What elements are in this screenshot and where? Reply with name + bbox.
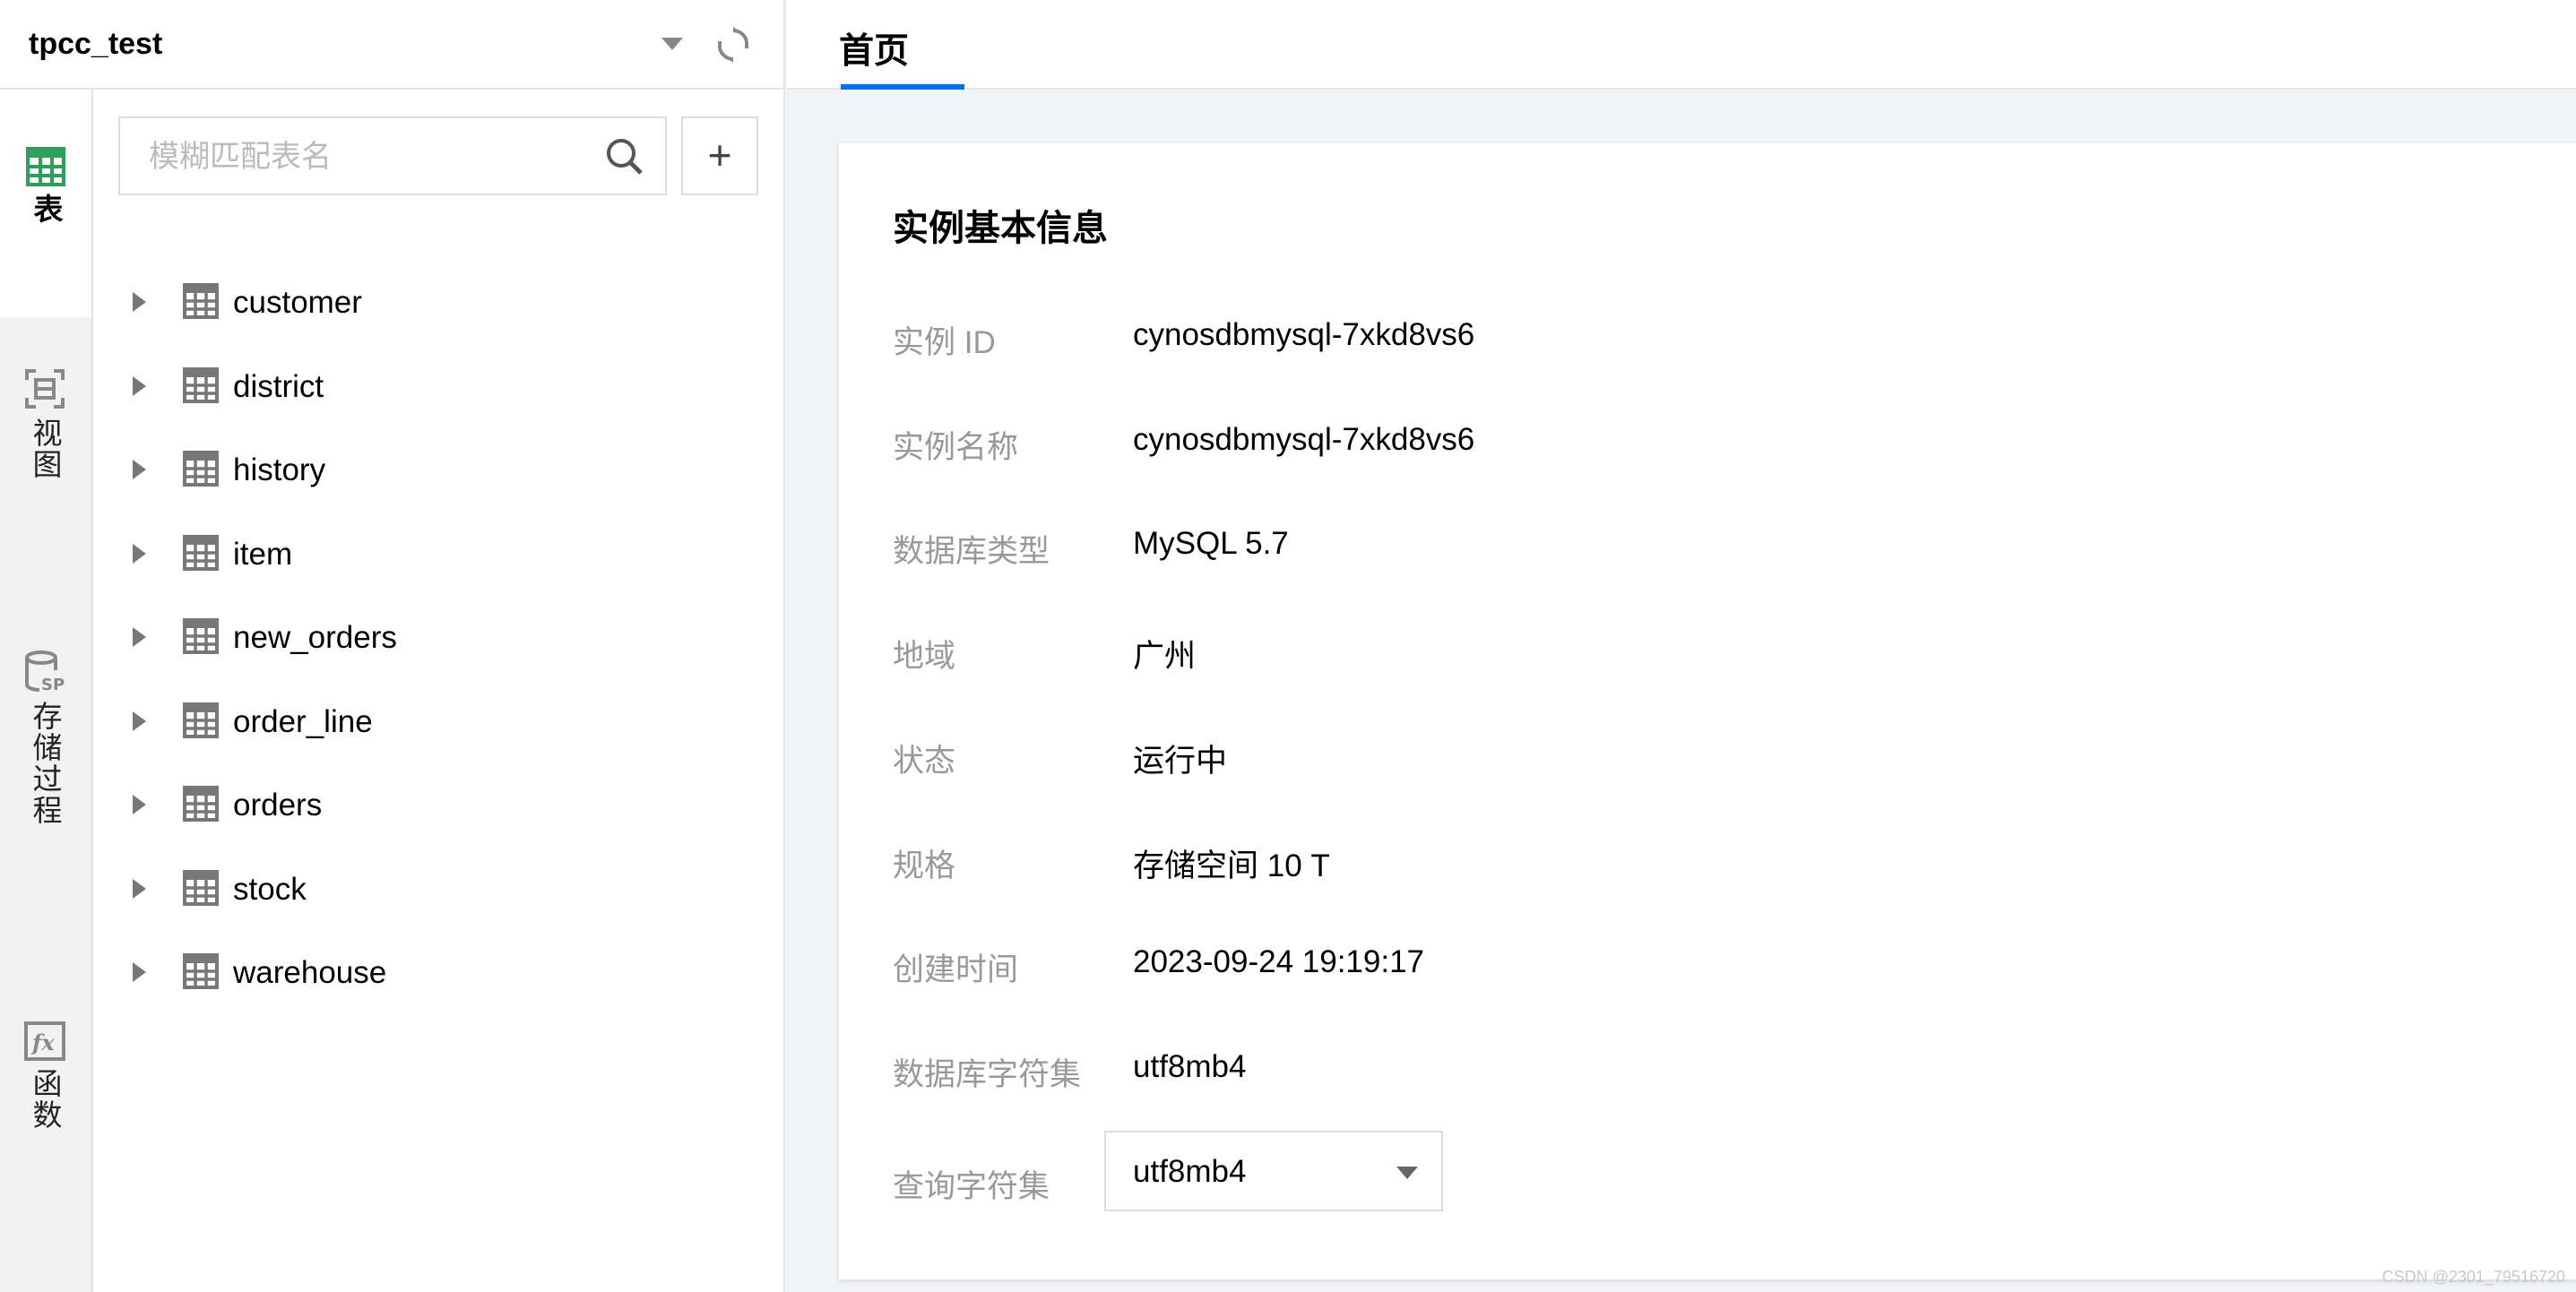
- object-type-sidebar: 表 视图 SP 存储过程 fx 函数: [0, 90, 93, 1292]
- instance-info-card: 实例基本信息 实例 ID cynosdbmysql-7xkd8vs6 实例名称 cyn…: [839, 143, 2576, 1279]
- add-table-button[interactable]: +: [681, 116, 758, 195]
- table-tree-item[interactable]: warehouse: [125, 944, 753, 998]
- info-label: 数据库类型: [893, 534, 1050, 570]
- database-name: tpcc_test: [29, 27, 163, 61]
- info-row: 地域 广州: [893, 622, 2506, 676]
- sidebar-item-label: 函数: [29, 1068, 62, 1131]
- info-value: cynosdbmysql-7xkd8vs6: [1133, 317, 1475, 352]
- table-tree-item[interactable]: new_orders: [125, 609, 753, 663]
- expand-arrow-icon[interactable]: [133, 962, 146, 982]
- table-tree-item[interactable]: order_line: [125, 693, 753, 747]
- expand-arrow-icon[interactable]: [133, 878, 146, 899]
- table-search: [118, 116, 667, 195]
- info-value: 2023-09-24 19:19:17: [1133, 944, 1424, 980]
- sidebar-item-stored-procedures[interactable]: SP 存储过程: [0, 650, 90, 826]
- info-label: 实例 ID: [893, 325, 996, 360]
- expand-arrow-icon[interactable]: [133, 460, 146, 479]
- expand-arrow-icon[interactable]: [133, 627, 146, 647]
- expand-arrow-icon[interactable]: [133, 711, 146, 731]
- watermark: CSDN @2301_79516720: [2382, 1268, 2565, 1286]
- sidebar-item-functions[interactable]: fx 函数: [0, 1021, 90, 1131]
- table-name: warehouse: [233, 955, 387, 990]
- info-label: 实例名称: [893, 429, 1019, 465]
- stored-procedure-icon: SP: [25, 650, 65, 693]
- table-name: item: [233, 536, 293, 572]
- table-icon: [26, 147, 65, 186]
- info-label: 状态: [893, 743, 956, 779]
- info-row: 创建时间 2023-09-24 19:19:17: [893, 935, 2506, 989]
- info-label: 查询字符集: [893, 1169, 1050, 1204]
- expand-arrow-icon[interactable]: [133, 292, 146, 312]
- chevron-down-icon: [1396, 1167, 1418, 1179]
- info-value: MySQL 5.7: [1133, 526, 1289, 562]
- table-tree-item[interactable]: item: [125, 526, 753, 580]
- tabs-bar: 首页: [787, 0, 2576, 90]
- table-icon: [183, 953, 219, 989]
- expand-arrow-icon[interactable]: [133, 375, 146, 396]
- sidebar-item-label: 存储过程: [29, 701, 62, 826]
- table-name: order_line: [233, 703, 373, 739]
- table-tree-item[interactable]: district: [125, 358, 753, 412]
- sidebar-item-label: 视图: [29, 418, 62, 480]
- sidebar-item-tables[interactable]: 表: [0, 90, 91, 317]
- plus-icon: +: [707, 132, 732, 178]
- info-row: 实例名称 cynosdbmysql-7xkd8vs6: [893, 413, 2506, 467]
- object-browser-panel: tpcc_test 表 视图 SP 存储过程 fx 函数 模糊匹配表名 + cu…: [0, 0, 785, 1292]
- info-value: utf8mb4: [1133, 1048, 1247, 1084]
- table-name: stock: [233, 871, 307, 907]
- query-charset-row: 查询字符集 utf8mb4: [893, 1131, 2506, 1211]
- info-value: 运行中: [1133, 743, 1228, 779]
- info-row: 状态 运行中: [893, 727, 2506, 780]
- tab-home[interactable]: 首页: [839, 23, 909, 73]
- table-icon: [183, 451, 219, 487]
- function-icon: fx: [24, 1021, 65, 1061]
- table-name: history: [233, 452, 326, 487]
- sidebar-item-label: 表: [30, 194, 63, 225]
- info-label: 规格: [893, 848, 956, 883]
- info-row: 数据库类型 MySQL 5.7: [893, 517, 2506, 571]
- table-name: new_orders: [233, 620, 397, 655]
- table-icon: [183, 702, 219, 738]
- table-icon: [183, 366, 219, 403]
- query-charset-select[interactable]: utf8mb4: [1104, 1131, 1443, 1211]
- table-icon: [183, 534, 219, 571]
- table-icon: [183, 786, 219, 822]
- search-icon[interactable]: [604, 136, 644, 176]
- table-icon: [183, 618, 219, 654]
- active-tab-indicator: [841, 84, 964, 90]
- info-row: 实例 ID cynosdbmysql-7xkd8vs6: [893, 308, 2506, 362]
- table-tree-item[interactable]: orders: [125, 777, 753, 831]
- table-name: district: [233, 368, 324, 404]
- info-row: 数据库字符集 utf8mb4: [893, 1040, 2506, 1094]
- info-row: 规格 存储空间 10 T: [893, 831, 2506, 885]
- info-label: 创建时间: [893, 952, 1019, 988]
- info-value: 广州: [1133, 639, 1197, 675]
- select-value: utf8mb4: [1133, 1154, 1247, 1189]
- view-icon: [25, 369, 65, 409]
- refresh-icon[interactable]: [713, 25, 753, 65]
- table-icon: [183, 283, 219, 319]
- sidebar-item-views[interactable]: 视图: [0, 367, 90, 480]
- chevron-down-icon[interactable]: [661, 38, 683, 50]
- table-search-input[interactable]: [147, 118, 599, 195]
- table-tree-item[interactable]: stock: [125, 861, 753, 915]
- info-label: 数据库字符集: [893, 1056, 1082, 1092]
- table-tree-item[interactable]: customer: [125, 274, 753, 328]
- expand-arrow-icon[interactable]: [133, 795, 146, 814]
- table-tree-item[interactable]: history: [125, 442, 753, 495]
- svg-text:SP: SP: [41, 676, 65, 693]
- svg-text:fx: fx: [30, 1029, 55, 1055]
- database-selector[interactable]: tpcc_test: [0, 0, 785, 90]
- info-value: 存储空间 10 T: [1133, 848, 1330, 883]
- expand-arrow-icon[interactable]: [133, 543, 146, 564]
- table-name: orders: [233, 788, 323, 823]
- info-value: cynosdbmysql-7xkd8vs6: [1133, 421, 1475, 457]
- info-label: 地域: [893, 639, 956, 675]
- card-title: 实例基本信息: [893, 209, 1108, 248]
- table-name: customer: [233, 285, 362, 320]
- table-icon: [183, 869, 219, 906]
